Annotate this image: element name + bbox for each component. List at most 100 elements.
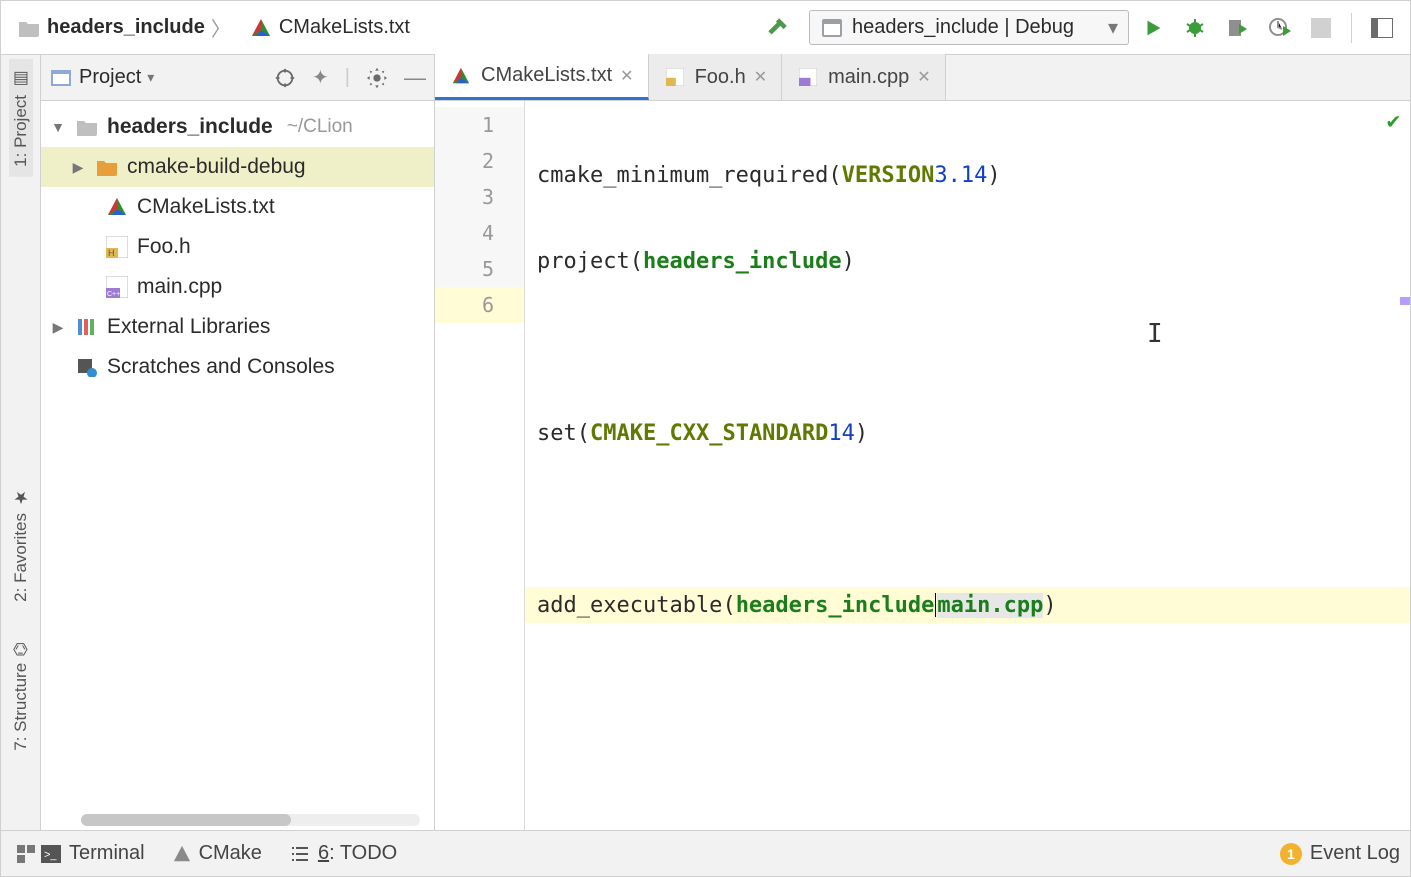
left-tool-strip: 1: Project ▤ 2: Favorites ★ 7: Structure…: [1, 55, 41, 830]
status-terminal-label: Terminal: [69, 842, 145, 865]
run-config-label: headers_include | Debug: [852, 16, 1074, 39]
tree-cmake-file-label: CMakeLists.txt: [137, 195, 275, 219]
project-view-selector[interactable]: Project ▾: [49, 66, 154, 90]
cmake-gray-icon: [173, 845, 191, 863]
expand-all-button[interactable]: ✦: [312, 65, 329, 90]
status-terminal[interactable]: >_ Terminal: [41, 842, 145, 865]
cpp-file-icon: C++: [105, 275, 129, 299]
expand-icon[interactable]: ▶: [69, 159, 87, 176]
cpp-file-icon: [796, 65, 820, 89]
debug-button[interactable]: [1177, 10, 1213, 46]
text-caret: [935, 593, 936, 617]
stop-button[interactable]: [1303, 10, 1339, 46]
hide-button[interactable]: —: [404, 65, 426, 91]
scrollbar-thumb[interactable]: [81, 814, 291, 826]
side-tab-project-label: 1: Project: [11, 95, 31, 167]
tree-cmake-file[interactable]: CMakeLists.txt: [41, 187, 434, 227]
token-fn: cmake_minimum_required: [537, 163, 828, 188]
list-icon: [290, 846, 310, 862]
code-content[interactable]: cmake_minimum_required(VERSION 3.14) pro…: [525, 101, 1410, 830]
cmake-icon: [105, 195, 129, 219]
svg-text:C++: C++: [107, 291, 120, 298]
close-icon[interactable]: ✕: [620, 66, 633, 86]
eventlog-badge[interactable]: 1: [1280, 843, 1302, 865]
right-stripe-mark[interactable]: [1400, 297, 1410, 305]
tab-foo-h-label: Foo.h: [695, 66, 746, 89]
line-number: 1: [435, 107, 524, 143]
cmake-icon: [249, 16, 273, 40]
folder-icon: [17, 16, 41, 40]
expand-icon[interactable]: ▶: [49, 319, 67, 336]
code-editor[interactable]: 1 2 3 4 5 6 cmake_minimum_required(VERSI…: [435, 101, 1410, 830]
tab-main-cpp-label: main.cpp: [828, 66, 909, 89]
token-fn: set: [537, 421, 577, 446]
code-line: cmake_minimum_required(VERSION 3.14): [525, 157, 1410, 193]
close-icon[interactable]: ✕: [754, 67, 767, 87]
side-tab-structure-label: 7: Structure: [11, 662, 31, 750]
project-tree[interactable]: ▼ headers_include ~/CLion ▶ cmake-build-…: [41, 101, 434, 830]
status-eventlog[interactable]: Event Log: [1310, 842, 1400, 865]
chevron-down-icon: ▾: [147, 69, 154, 86]
status-todo-label: 6: TODO: [318, 842, 397, 865]
project-view-label: Project: [79, 66, 141, 89]
tree-build-dir-label: cmake-build-debug: [127, 155, 306, 179]
side-tab-favorites[interactable]: 2: Favorites ★: [9, 477, 33, 612]
breadcrumb-sep-icon: 〉: [211, 13, 231, 42]
build-button[interactable]: [759, 10, 795, 46]
tree-header-file[interactable]: H Foo.h: [41, 227, 434, 267]
profile-button[interactable]: [1261, 10, 1297, 46]
tab-cmakelists-label: CMakeLists.txt: [481, 64, 612, 87]
tool-windows-button[interactable]: [11, 845, 41, 863]
layout-settings-button[interactable]: [1364, 10, 1400, 46]
run-button[interactable]: [1135, 10, 1171, 46]
scratches-icon: [75, 355, 99, 379]
run-coverage-button[interactable]: [1219, 10, 1255, 46]
token-arg: headers_include: [643, 249, 842, 274]
tree-horizontal-scrollbar[interactable]: [81, 814, 420, 826]
status-todo[interactable]: 6: TODO: [290, 842, 397, 865]
editor-tabs: CMakeLists.txt ✕ Foo.h ✕ main.cpp ✕: [435, 55, 1410, 101]
tree-header-file-label: Foo.h: [137, 235, 191, 259]
tree-root-label: headers_include: [107, 115, 273, 138]
libraries-icon: [75, 315, 99, 339]
breadcrumb-file-label: CMakeLists.txt: [279, 16, 410, 39]
folder-excluded-icon: [95, 155, 119, 179]
separator: [1351, 13, 1352, 43]
application-icon: [820, 16, 844, 40]
structure-icon: ⌬: [11, 642, 31, 657]
chevron-down-icon: ▾: [1108, 15, 1118, 40]
code-line: set(CMAKE_CXX_STANDARD 14): [525, 415, 1410, 451]
close-icon[interactable]: ✕: [917, 67, 930, 87]
tab-main-cpp[interactable]: main.cpp ✕: [782, 54, 946, 100]
side-tab-favorites-label: 2: Favorites: [11, 513, 31, 602]
inspection-ok-icon[interactable]: ✔: [1387, 109, 1400, 134]
line-number: 6: [435, 287, 524, 323]
breadcrumb-root[interactable]: headers_include 〉: [11, 9, 237, 46]
side-tab-structure[interactable]: 7: Structure ⌬: [9, 632, 33, 761]
h-file-icon: [663, 65, 687, 89]
settings-button[interactable]: [366, 67, 388, 89]
collapse-icon[interactable]: ▼: [49, 119, 67, 135]
star-icon: ★: [11, 487, 31, 507]
tab-foo-h[interactable]: Foo.h ✕: [649, 54, 783, 100]
tree-scratches[interactable]: Scratches and Consoles: [41, 347, 434, 387]
token-file: main.cpp: [937, 593, 1043, 618]
side-tab-project[interactable]: 1: Project ▤: [9, 59, 33, 177]
token-num: 14: [828, 421, 855, 446]
tree-root[interactable]: ▼ headers_include ~/CLion: [41, 107, 434, 147]
text-cursor-icon: 𝙸: [1147, 319, 1163, 349]
project-strip-icon: ▤: [11, 69, 31, 89]
tree-build-dir[interactable]: ▶ cmake-build-debug: [41, 147, 434, 187]
line-number: 5: [435, 251, 524, 287]
breadcrumb-root-label: headers_include: [47, 16, 205, 39]
tree-root-path: ~/CLion: [287, 116, 353, 138]
run-config-selector[interactable]: headers_include | Debug ▾: [809, 10, 1129, 45]
tree-external-libs[interactable]: ▶ External Libraries: [41, 307, 434, 347]
locate-button[interactable]: [274, 67, 296, 89]
breadcrumb-file[interactable]: CMakeLists.txt: [243, 12, 416, 44]
status-cmake[interactable]: CMake: [173, 842, 262, 865]
tree-main-file[interactable]: C++ main.cpp: [41, 267, 434, 307]
status-cmake-label: CMake: [199, 842, 262, 865]
tab-cmakelists[interactable]: CMakeLists.txt ✕: [435, 54, 649, 100]
line-number: 3: [435, 179, 524, 215]
